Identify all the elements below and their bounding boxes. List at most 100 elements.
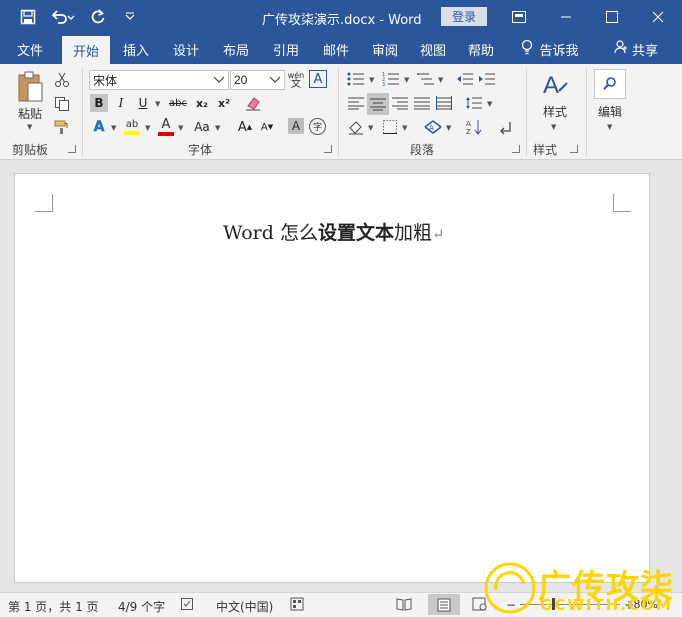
page-count[interactable]: 第 1 页，共 1 页 (8, 598, 99, 615)
line-spacing-dropdown-icon[interactable]: ▼ (487, 100, 492, 108)
paste-icon[interactable] (14, 70, 46, 104)
proofing-icon[interactable] (180, 597, 196, 614)
styles-icon[interactable]: A (540, 70, 570, 100)
copy-icon[interactable] (52, 94, 72, 114)
bold-button[interactable]: B (90, 94, 108, 112)
multilevel-dropdown-icon[interactable]: ▼ (438, 76, 443, 84)
text-effects-dropdown-icon[interactable]: ▼ (111, 124, 116, 132)
redo-icon[interactable] (84, 6, 112, 28)
share-button[interactable]: 共享 (608, 34, 664, 64)
tab-review[interactable]: 审阅 (363, 34, 407, 64)
chevron-down-icon[interactable] (213, 73, 225, 88)
document-page[interactable]: Word 怎么设置文本加粗↵ (14, 173, 650, 583)
styles-dropdown-icon[interactable]: ▼ (551, 123, 556, 131)
chinese-layout-dropdown-icon[interactable]: ▼ (446, 124, 451, 132)
line-spacing-icon[interactable] (463, 94, 485, 112)
sort-icon[interactable]: AZ (464, 118, 484, 136)
align-right-icon[interactable] (390, 94, 410, 112)
italic-button[interactable]: I (112, 94, 130, 112)
paste-dropdown-icon[interactable]: ▼ (27, 123, 32, 131)
shrink-font-button[interactable]: A ▼ (258, 118, 276, 136)
character-shading-icon[interactable]: A (288, 118, 304, 134)
align-left-icon[interactable] (346, 94, 366, 112)
tab-insert[interactable]: 插入 (114, 34, 158, 64)
paragraph-dialog-launcher[interactable] (512, 145, 520, 153)
font-name-field[interactable]: 宋体 (89, 70, 229, 90)
cut-icon[interactable] (52, 70, 72, 90)
chevron-down-icon[interactable] (269, 73, 281, 88)
multilevel-list-icon[interactable] (415, 70, 437, 88)
phonetic-guide-icon[interactable]: wén 文 (287, 69, 305, 91)
text-bold: 设置文本 (317, 222, 394, 244)
font-color-icon[interactable]: A (157, 116, 175, 138)
svg-text:A: A (543, 72, 559, 99)
borders-icon[interactable] (380, 118, 400, 136)
close-icon[interactable] (638, 0, 678, 34)
change-case-dropdown-icon[interactable]: ▼ (215, 124, 220, 132)
document-area[interactable]: Word 怎么设置文本加粗↵ (0, 161, 682, 592)
shading-dropdown-icon[interactable]: ▼ (368, 124, 373, 132)
numbering-dropdown-icon[interactable]: ▼ (404, 76, 409, 84)
strikethrough-button[interactable]: abc (166, 94, 190, 112)
tab-help[interactable]: 帮助 (459, 34, 503, 64)
grow-font-button[interactable]: A ▲ (236, 118, 254, 136)
customize-qat-icon[interactable] (116, 6, 144, 28)
tab-references[interactable]: 引用 (264, 34, 308, 64)
numbering-icon[interactable]: 123 (380, 70, 402, 88)
macro-icon[interactable] (290, 597, 304, 614)
clear-formatting-icon[interactable] (244, 94, 262, 112)
tab-file[interactable]: 文件 (8, 34, 52, 64)
font-size-field[interactable]: 20 (230, 70, 285, 90)
ribbon-display-options-icon[interactable] (499, 0, 539, 34)
tab-mailings[interactable]: 邮件 (314, 34, 358, 64)
font-color-dropdown-icon[interactable]: ▼ (178, 124, 183, 132)
tab-view[interactable]: 视图 (411, 34, 455, 64)
word-count[interactable]: 4/9 个字 (118, 598, 165, 615)
justify-icon[interactable] (412, 94, 432, 112)
watermark-subtext: GCWITH.COM (540, 596, 673, 614)
highlight-dropdown-icon[interactable]: ▼ (145, 124, 150, 132)
subscript-button[interactable]: x₂ (193, 94, 211, 112)
bullets-icon[interactable] (345, 70, 367, 88)
tell-me-button[interactable]: 告诉我 (514, 34, 586, 64)
find-icon[interactable] (594, 69, 626, 99)
read-mode-icon[interactable] (396, 597, 412, 614)
ribbon: 粘贴 ▼ 剪贴板 宋体 20 wén 文 A B I U ▼ abc x₂ x²… (0, 64, 682, 217)
shading-icon[interactable] (346, 118, 366, 136)
enclose-characters-icon[interactable]: 字 (309, 118, 326, 135)
increase-indent-icon[interactable] (477, 70, 497, 88)
styles-dialog-launcher[interactable] (570, 145, 578, 153)
print-layout-icon[interactable] (428, 594, 460, 615)
align-center-icon[interactable] (367, 93, 389, 115)
format-painter-icon[interactable] (52, 117, 72, 137)
paste-label[interactable]: 粘贴 (14, 106, 46, 121)
login-button[interactable]: 登录 (441, 7, 487, 26)
minimize-icon[interactable] (546, 0, 586, 34)
change-case-button[interactable]: Aa (190, 118, 214, 136)
tab-layout[interactable]: 布局 (214, 34, 258, 64)
tab-home[interactable]: 开始 (62, 36, 110, 64)
superscript-button[interactable]: x² (215, 94, 233, 112)
underline-dropdown-icon[interactable]: ▼ (155, 100, 160, 108)
bullets-dropdown-icon[interactable]: ▼ (369, 76, 374, 84)
borders-dropdown-icon[interactable]: ▼ (402, 124, 407, 132)
maximize-icon[interactable] (592, 0, 632, 34)
text-effects-icon[interactable]: A (90, 118, 108, 136)
tab-design[interactable]: 设计 (164, 34, 208, 64)
underline-button[interactable]: U (134, 94, 152, 112)
undo-icon[interactable] (46, 6, 80, 28)
editing-label[interactable]: 编辑 (594, 104, 626, 119)
styles-label[interactable]: 样式 (538, 104, 572, 119)
decrease-indent-icon[interactable] (455, 70, 475, 88)
language[interactable]: 中文(中国) (216, 598, 273, 615)
document-text[interactable]: Word 怎么设置文本加粗↵ (223, 218, 445, 245)
show-marks-icon[interactable] (496, 118, 516, 136)
save-icon[interactable] (14, 6, 42, 28)
distributed-icon[interactable] (434, 94, 454, 112)
character-border-icon[interactable]: A (309, 70, 327, 88)
highlight-icon[interactable]: ab (122, 116, 142, 138)
clipboard-dialog-launcher[interactable] (68, 145, 76, 153)
editing-dropdown-icon[interactable]: ▼ (607, 123, 612, 131)
chinese-layout-icon[interactable]: A (422, 118, 444, 136)
font-dialog-launcher[interactable] (324, 145, 332, 153)
